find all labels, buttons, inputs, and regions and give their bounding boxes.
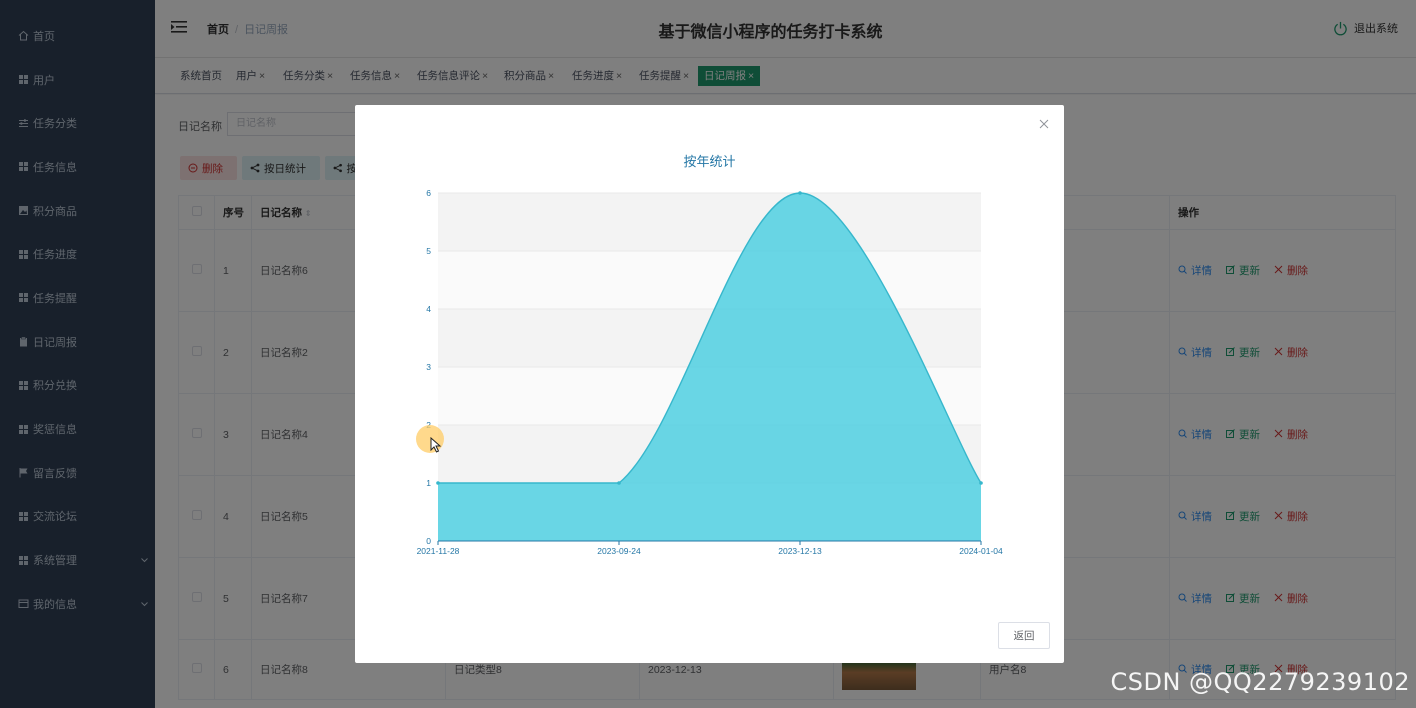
x-tick-label: 2024-01-04 [959, 546, 1003, 556]
back-button[interactable]: 返回 [998, 622, 1050, 649]
y-tick-label: 0 [426, 536, 431, 546]
data-point [979, 481, 983, 485]
close-icon[interactable] [1038, 118, 1050, 130]
grid-band [438, 251, 981, 309]
x-tick-label: 2023-09-24 [597, 546, 641, 556]
data-point [436, 481, 440, 485]
data-point [798, 191, 802, 195]
watermark: CSDN @QQ2279239102 [1110, 668, 1410, 696]
y-tick-label: 4 [426, 304, 431, 314]
y-tick-label: 6 [426, 188, 431, 198]
data-point [617, 481, 621, 485]
y-tick-label: 5 [426, 246, 431, 256]
x-tick-label: 2023-12-13 [778, 546, 822, 556]
grid-band [438, 193, 981, 251]
y-tick-label: 3 [426, 362, 431, 372]
chart-dialog: 按年统计 2021-11-28 2023-09-24 2023-12-13 2024-… [355, 105, 1064, 663]
year-stat-chart: 2021-11-28 2023-09-24 2023-12-13 2024-01-04… [417, 188, 1003, 556]
x-tick-label: 2021-11-28 [417, 546, 460, 556]
chart-title: 按年统计 [683, 154, 736, 169]
cursor-icon [430, 437, 442, 453]
y-tick-label: 1 [426, 478, 431, 488]
app-root: 首页用户任务分类任务信息积分商品任务进度任务提醒日记周报积分兑换奖惩信息留言反馈… [0, 0, 1416, 708]
